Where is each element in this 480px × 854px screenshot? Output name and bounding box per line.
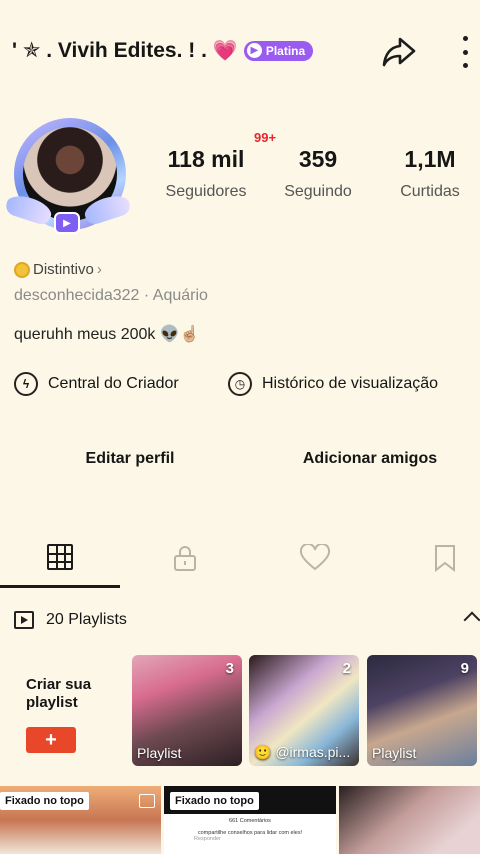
distintivo-label: Distintivo [33,261,94,278]
playlist-card[interactable]: 3 Playlist [132,655,242,766]
play-icon: ▶ [246,43,262,58]
more-options-icon[interactable] [456,36,474,68]
playlist-icon [14,611,34,629]
tier-badge[interactable]: ▶ Platina [243,40,314,61]
comment-sheet: 661 Comentários compartilhe conselhos pa… [164,814,336,854]
chevron-up-icon[interactable] [463,611,480,629]
heart-emoji: 💗 [212,40,238,62]
playlist-card[interactable]: 9 Playlist [367,655,477,766]
add-friends-button[interactable]: Adicionar amigos [270,450,470,468]
profile-display-name: ' ✯ . Vivih Edites. ! . 💗 ▶ Platina [12,38,314,63]
username: desconhecida322 [14,287,140,304]
tab-liked[interactable] [255,544,375,588]
tab-saved[interactable] [385,544,480,588]
distintivo-link[interactable]: Distintivo › [14,261,102,278]
edit-profile-button[interactable]: Editar perfil [40,450,220,468]
tab-videos[interactable] [0,544,120,588]
image-icon [139,794,155,808]
playlist-title: Playlist [137,745,182,761]
active-tab-indicator [0,585,120,588]
avatar-play-icon: ▶ [54,212,80,234]
reply-label: Responder [194,836,221,842]
watch-history-link[interactable]: ◷ Histórico de visualização [228,372,438,396]
grid-icon [47,544,73,570]
video-thumbnail[interactable]: Fixado no topo 661 Comentários compartil… [164,786,336,854]
stat-followers[interactable]: 118 mil Seguidores [160,146,252,201]
chevron-right-icon: › [96,261,102,278]
create-playlist-label: Criar sua playlist [26,676,92,711]
playlist-card[interactable]: 2 🙂 @irmas.pi... [249,655,359,766]
followers-count: 118 mil [167,146,245,172]
playlist-title: Playlist [372,745,417,761]
lock-icon [174,546,196,571]
heart-icon [299,544,331,571]
create-playlist-button[interactable]: + [26,727,76,753]
clock-icon: ◷ [228,372,252,396]
playlists-header[interactable]: 20 Playlists [14,611,127,629]
bookmark-icon [435,545,455,572]
comments-count: 661 Comentários [229,818,271,824]
following-label: Seguindo [284,183,352,200]
video-thumbnail[interactable] [339,786,480,854]
stat-following[interactable]: 359 Seguindo [278,146,358,201]
video-thumbnail[interactable]: Fixado no topo [0,786,161,854]
lightning-icon: ϟ [14,372,38,396]
tier-badge-label: Platina [265,43,306,58]
followers-label: Seguidores [165,183,247,200]
tab-private[interactable] [125,544,245,588]
creator-center-link[interactable]: ϟ Central do Criador [14,372,179,396]
playlist-count: 3 [225,660,234,677]
pinned-badge: Fixado no topo [0,792,89,810]
creator-center-label: Central do Criador [48,375,179,392]
playlists-count: 20 Playlists [46,611,127,628]
likes-count: 1,1M [404,146,456,172]
badge-coin-icon [14,261,30,278]
playlist-count: 2 [342,660,351,677]
stat-likes[interactable]: 1,1M Curtidas [392,146,468,201]
notification-badge: 99+ [254,130,277,145]
following-count: 359 [298,146,338,172]
bio-text: queruhh meus 200k 👽☝🏼 [14,326,200,343]
watch-history-label: Histórico de visualização [262,375,439,392]
zodiac-sign: Aquário [152,287,208,304]
avatar[interactable]: ▶ [3,112,133,240]
separator-dot: · [143,287,153,304]
playlist-title: 🙂 @irmas.pi... [254,744,351,760]
pinned-badge: Fixado no topo [170,792,259,810]
share-icon[interactable] [380,33,418,71]
playlist-count: 9 [460,660,469,677]
handle-line: desconhecida322 · Aquário [14,287,208,305]
likes-label: Curtidas [400,183,460,200]
display-name-text: ' ✯ . Vivih Edites. ! . [12,39,207,62]
